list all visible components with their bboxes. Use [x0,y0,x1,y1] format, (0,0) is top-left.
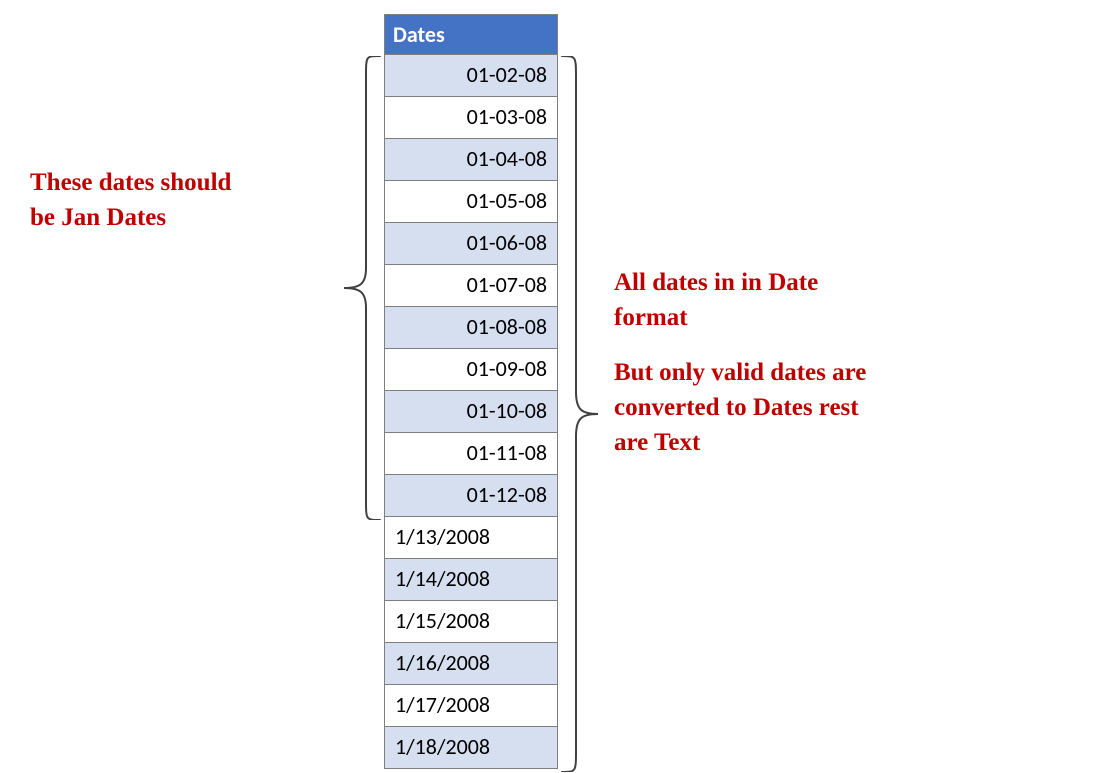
table-row: 1/16/2008 [384,643,558,685]
annotation-right-line2: format [614,300,994,335]
table-row: 1/14/2008 [384,559,558,601]
table-row: 01-03-08 [384,97,558,139]
dates-table: Dates 01-02-0801-03-0801-04-0801-05-0801… [384,14,558,769]
table-row: 01-04-08 [384,139,558,181]
table-row: 1/17/2008 [384,685,558,727]
table-body: 01-02-0801-03-0801-04-0801-05-0801-06-08… [384,55,558,769]
table-row: 01-08-08 [384,307,558,349]
table-row: 01-12-08 [384,475,558,517]
annotation-left: These dates should be Jan Dates [30,165,330,235]
table-row: 1/13/2008 [384,517,558,559]
brace-left-icon [338,56,382,520]
table-row: 1/18/2008 [384,727,558,769]
annotation-right-line4: converted to Dates rest [614,390,994,425]
table-row: 01-06-08 [384,223,558,265]
brace-right-icon [560,56,604,772]
annotation-right-line3: But only valid dates are [614,355,994,390]
table-row: 01-11-08 [384,433,558,475]
page-container: These dates should be Jan Dates Dates 01… [0,0,1120,773]
annotation-right-line1: All dates in in Date [614,265,994,300]
annotation-left-line1: These dates should [30,165,330,200]
table-row: 01-05-08 [384,181,558,223]
annotation-spacer [614,335,994,355]
annotation-right-line5: are Text [614,425,994,460]
table-row: 01-07-08 [384,265,558,307]
table-header: Dates [384,14,558,55]
annotation-right: All dates in in Date format But only val… [614,265,994,460]
annotation-left-line2: be Jan Dates [30,200,330,235]
table-row: 01-09-08 [384,349,558,391]
table-row: 01-10-08 [384,391,558,433]
table-row: 01-02-08 [384,55,558,97]
table-row: 1/15/2008 [384,601,558,643]
